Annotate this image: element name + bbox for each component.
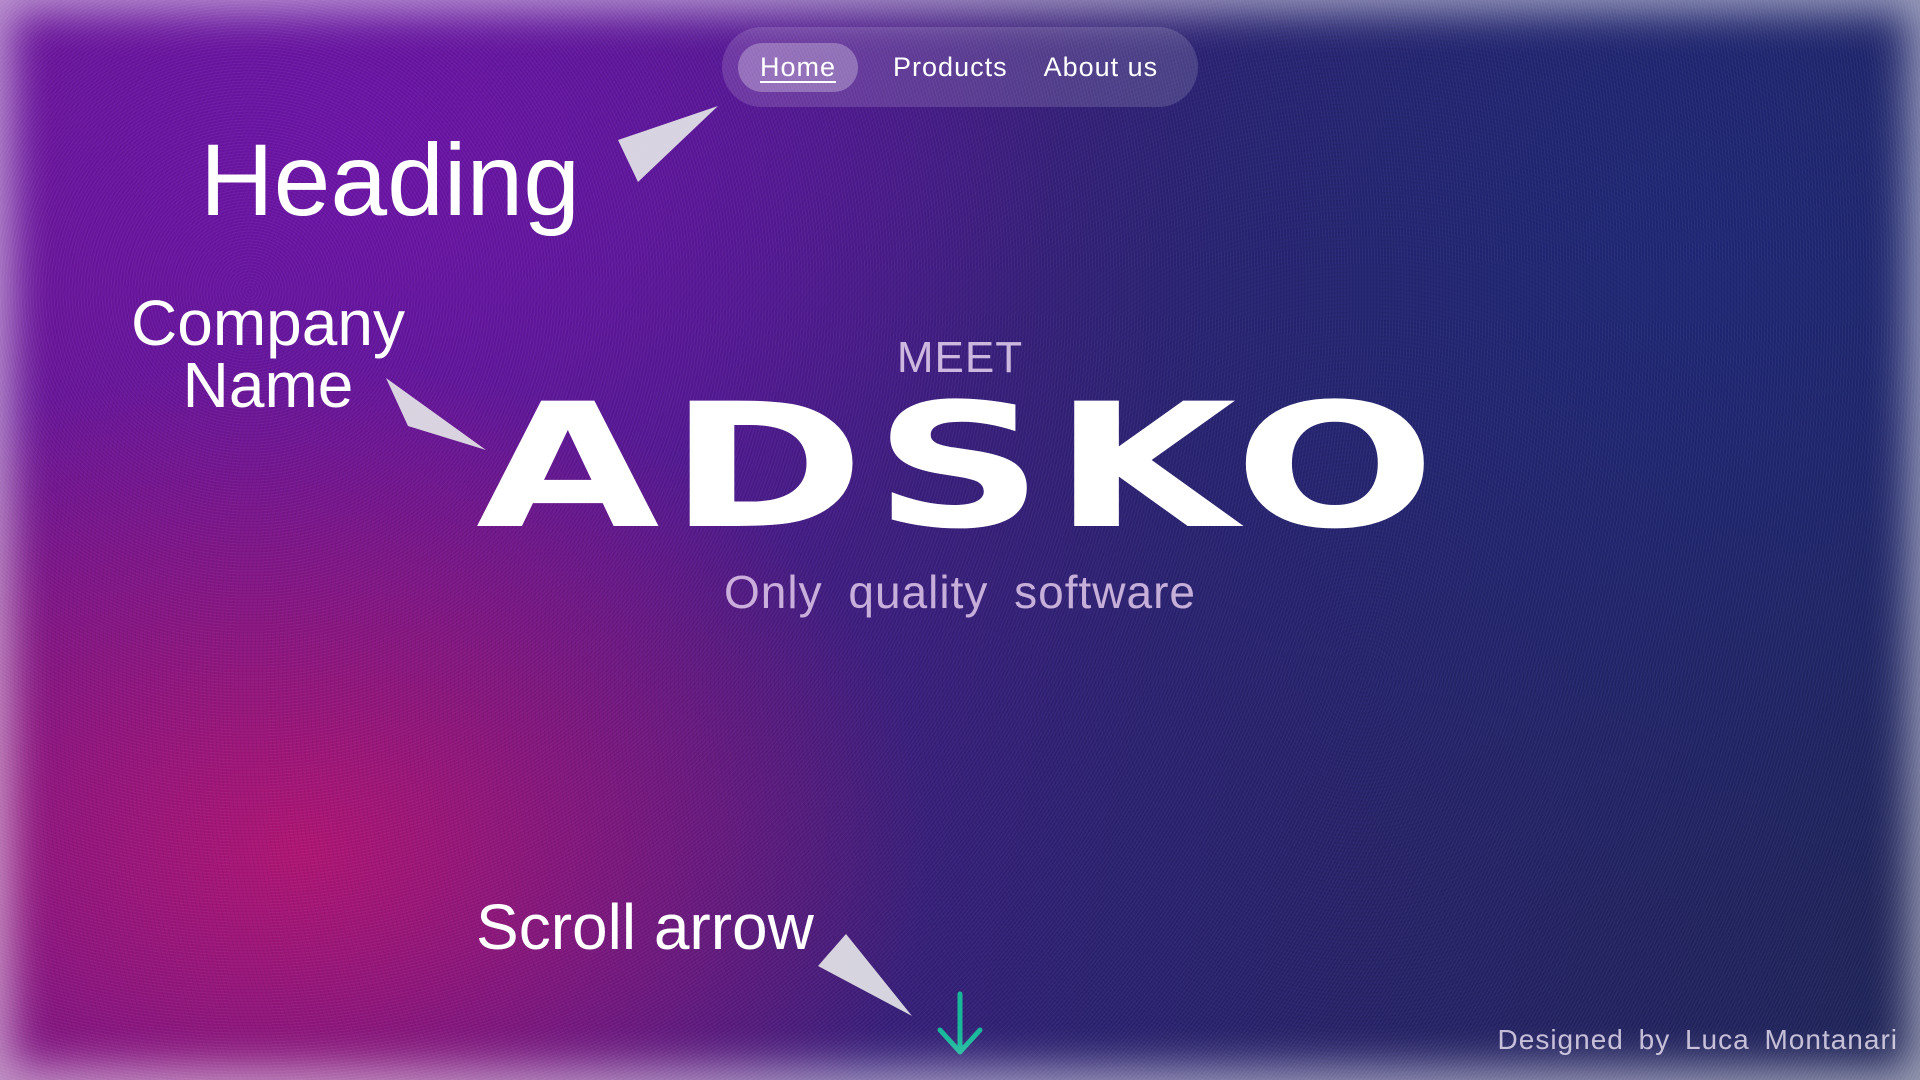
annotation-company-line1: Company bbox=[131, 287, 405, 359]
annotation-company-line2: Name bbox=[182, 349, 354, 421]
pointer-scroll-icon bbox=[818, 934, 912, 1016]
annotation-heading-label: Heading bbox=[200, 123, 580, 237]
annotation-scroll-arrow-label: Scroll arrow bbox=[476, 891, 814, 963]
nav-about-link[interactable]: About us bbox=[1044, 52, 1159, 83]
arrow-down-icon[interactable] bbox=[935, 990, 985, 1058]
top-navigation: Home Products About us bbox=[722, 27, 1198, 107]
pointer-heading-icon bbox=[618, 106, 718, 182]
hero-tagline: Only quality software bbox=[724, 566, 1196, 618]
nav-products-link[interactable]: Products bbox=[893, 52, 1008, 83]
landing-page: Home Products About us MEET ADSKO Only q… bbox=[0, 0, 1920, 1080]
nav-home-link[interactable]: Home bbox=[738, 42, 859, 92]
designer-credit: Designed by Luca Montanari bbox=[1497, 1024, 1898, 1055]
annotation-company-name-label: Company Name bbox=[118, 287, 418, 421]
